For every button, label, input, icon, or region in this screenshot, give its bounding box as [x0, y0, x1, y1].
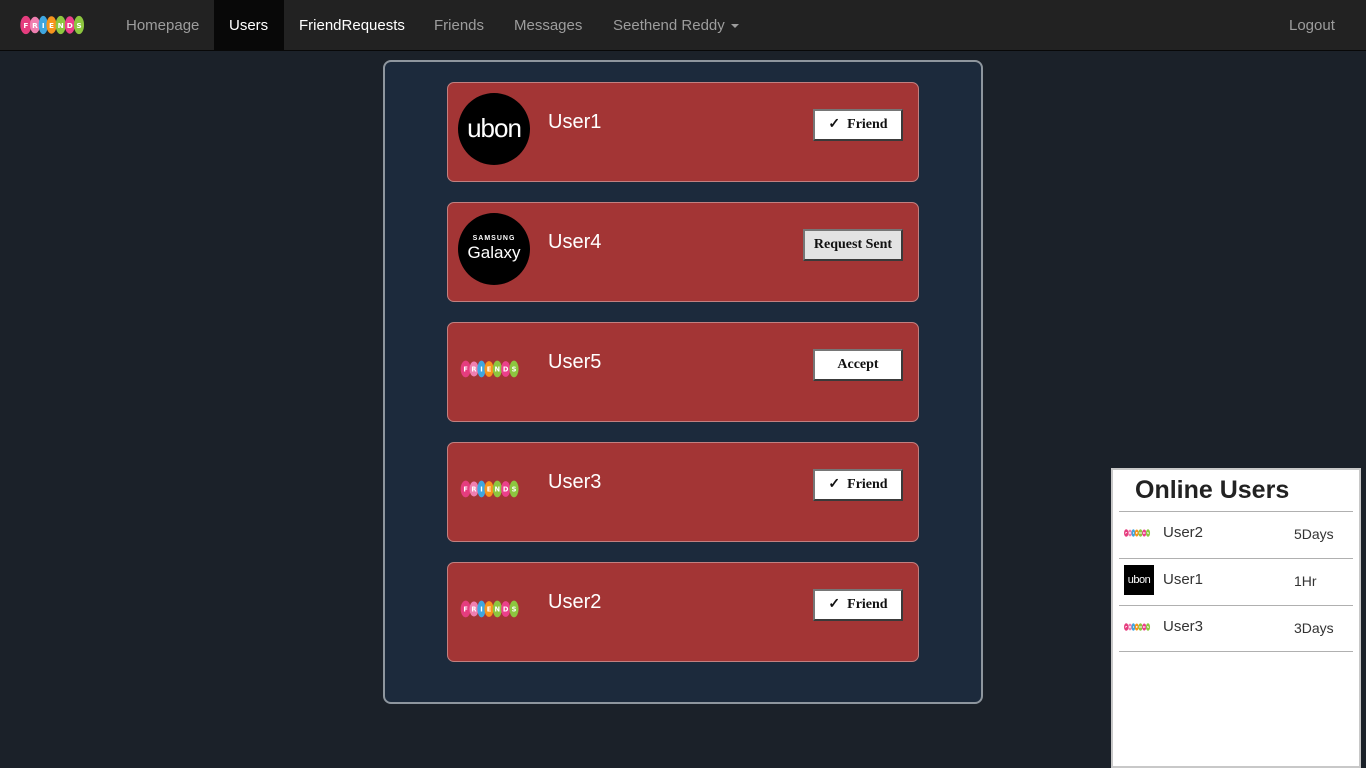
accept-button[interactable]: Accept — [813, 349, 903, 381]
user-card: User3 ✓ Friend — [447, 442, 919, 542]
user-name: User4 — [548, 231, 602, 253]
online-user-time: 5Days — [1294, 526, 1334, 542]
online-user-name: User2 — [1163, 524, 1204, 541]
user-name: User5 — [548, 351, 602, 373]
friend-button[interactable]: ✓ Friend — [813, 589, 903, 621]
user-avatar: ubon — [458, 93, 530, 165]
online-user-name: User3 — [1163, 618, 1204, 635]
nav-friend-requests[interactable]: FriendRequests — [284, 0, 420, 51]
nav-users[interactable]: Users — [214, 0, 284, 51]
user-card: ubon User1 ✓ Friend — [447, 82, 919, 182]
samsung-wordmark: SAMSUNG — [472, 235, 516, 242]
top-navbar: Homepage Users FriendRequests Friends Me… — [0, 0, 1366, 51]
user-card: User2 ✓ Friend — [447, 562, 919, 662]
user-dropdown-label: Seethend Reddy — [613, 17, 725, 34]
user-avatar: SAMSUNG Galaxy — [458, 213, 530, 285]
caret-down-icon — [730, 24, 739, 29]
online-user-row[interactable]: User3 3Days — [1119, 605, 1353, 652]
online-user-name: User1 — [1163, 571, 1204, 588]
nav-homepage[interactable]: Homepage — [111, 0, 214, 51]
nav-user-dropdown[interactable]: Seethend Reddy — [598, 0, 754, 51]
check-icon: ✓ — [828, 117, 841, 132]
friends-logo-icon — [1124, 529, 1151, 537]
user-name: User3 — [548, 471, 602, 493]
friend-button-label: Friend — [847, 477, 888, 492]
nav-messages[interactable]: Messages — [499, 0, 597, 51]
friends-brand-logo[interactable] — [16, 14, 98, 36]
friend-button-label: Friend — [847, 597, 888, 612]
logout-link[interactable]: Logout — [1274, 0, 1350, 51]
user-card: User5 Accept — [447, 322, 919, 422]
ubon-mini-wordmark: ubon — [1127, 574, 1151, 586]
check-icon: ✓ — [828, 477, 841, 492]
friend-button[interactable]: ✓ Friend — [813, 469, 903, 501]
online-users-panel: Online Users User2 5Days ubon User1 1Hr … — [1111, 468, 1361, 768]
request-sent-button[interactable]: Request Sent — [803, 229, 903, 261]
friends-logo-icon — [460, 360, 519, 378]
check-icon: ✓ — [828, 597, 841, 612]
ubon-logo-icon: ubon — [1124, 565, 1154, 595]
online-user-time: 1Hr — [1294, 573, 1317, 589]
online-user-row[interactable]: User2 5Days — [1119, 511, 1353, 558]
user-name: User2 — [548, 591, 602, 613]
friends-logo-icon — [1124, 623, 1151, 631]
friend-button[interactable]: ✓ Friend — [813, 109, 903, 141]
galaxy-logo-icon: Galaxy — [467, 243, 521, 262]
online-users-title: Online Users — [1135, 476, 1290, 504]
user-card: SAMSUNG Galaxy User4 Request Sent — [447, 202, 919, 302]
friends-logo-icon — [460, 480, 519, 498]
online-user-time: 3Days — [1294, 620, 1334, 636]
user-name: User1 — [548, 111, 602, 133]
friends-logo-icon — [460, 600, 519, 618]
nav-friends[interactable]: Friends — [419, 0, 499, 51]
friend-button-label: Friend — [847, 117, 888, 132]
ubon-logo-icon: ubon — [467, 113, 522, 143]
online-user-row[interactable]: ubon User1 1Hr — [1119, 558, 1353, 605]
